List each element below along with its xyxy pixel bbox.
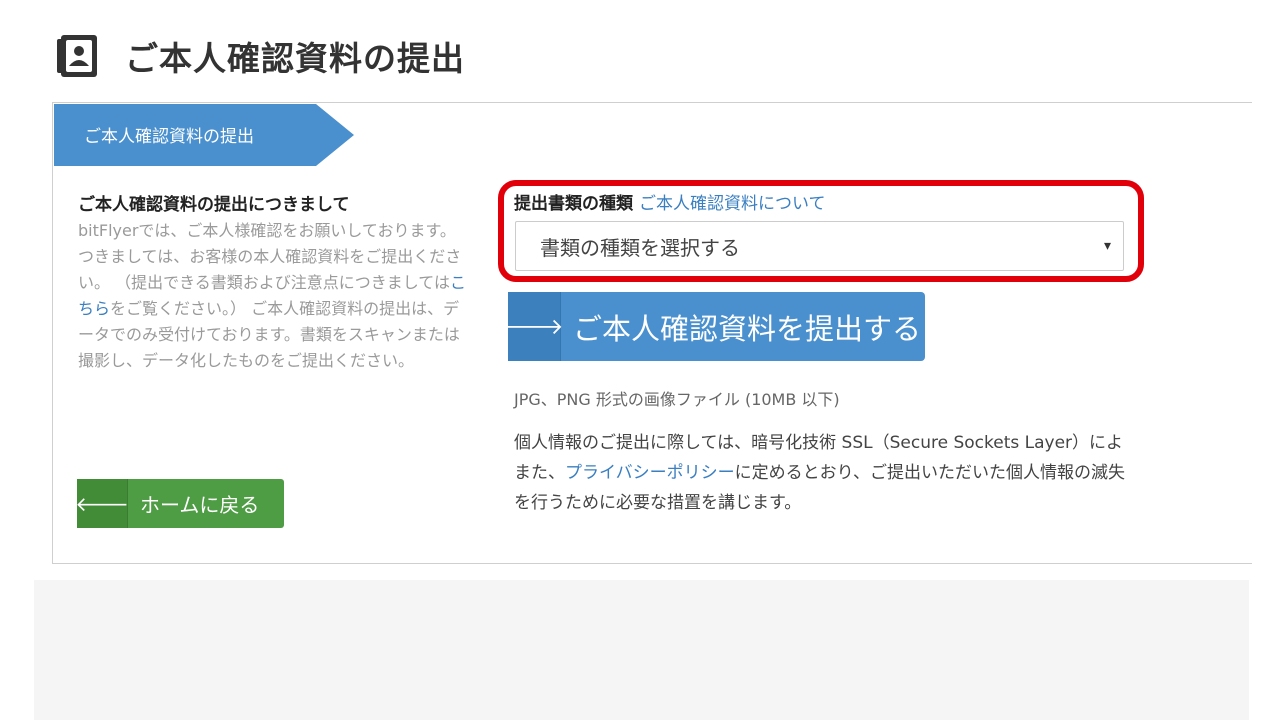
right-margin — [1249, 0, 1280, 720]
id-card-icon — [55, 32, 101, 80]
privacy-line-2: また、プライバシーポリシーに定めるとおり、ご提出いただいた個人情報の滅失 — [514, 458, 1249, 488]
home-button[interactable]: 🡐 ホームに戻る — [75, 479, 284, 528]
privacy-notice: 個人情報のご提出に際しては、暗号化技術 SSL（Secure Sockets L… — [514, 428, 1249, 518]
arrow-left-icon: 🡐 — [75, 479, 129, 528]
info-body-text: bitFlyerでは、ご本人様確認をお願いしております。つきましては、お客様の本… — [78, 221, 462, 292]
privacy-policy-link[interactable]: プライバシーポリシー — [565, 463, 735, 483]
info-body: bitFlyerでは、ご本人様確認をお願いしております。つきましては、お客様の本… — [78, 218, 468, 374]
submit-documents-button-label: ご本人確認資料を提出する — [573, 311, 922, 346]
info-section: ご本人確認資料の提出につきまして bitFlyerでは、ご本人様確認をお願いして… — [78, 192, 470, 374]
step-label: ご本人確認資料の提出 — [84, 127, 254, 147]
privacy-line-3: を行うために必要な措置を講じます。 — [514, 493, 802, 513]
page-header: ご本人確認資料の提出 — [55, 30, 465, 82]
info-body-text-continued: をご覧ください。） ご本人確認資料の提出は、データでのみ受付けております。書類を… — [78, 299, 460, 370]
highlight-outline — [498, 180, 1144, 282]
info-heading: ご本人確認資料の提出につきまして — [78, 195, 350, 215]
privacy-line-2-end: に定めるとおり、ご提出いただいた個人情報の滅失 — [734, 463, 1125, 483]
submit-documents-button[interactable]: 🡒 ご本人確認資料を提出する — [505, 292, 925, 361]
arrow-right-icon: 🡒 — [505, 292, 564, 361]
file-format-note: JPG、PNG 形式の画像ファイル (10MB 以下) — [514, 390, 840, 409]
privacy-line-2-start: また、 — [514, 463, 565, 483]
privacy-line-1: 個人情報のご提出に際しては、暗号化技術 SSL（Secure Sockets L… — [514, 433, 1124, 453]
page-title: ご本人確認資料の提出 — [125, 39, 465, 78]
home-button-label: ホームに戻る — [140, 493, 260, 517]
